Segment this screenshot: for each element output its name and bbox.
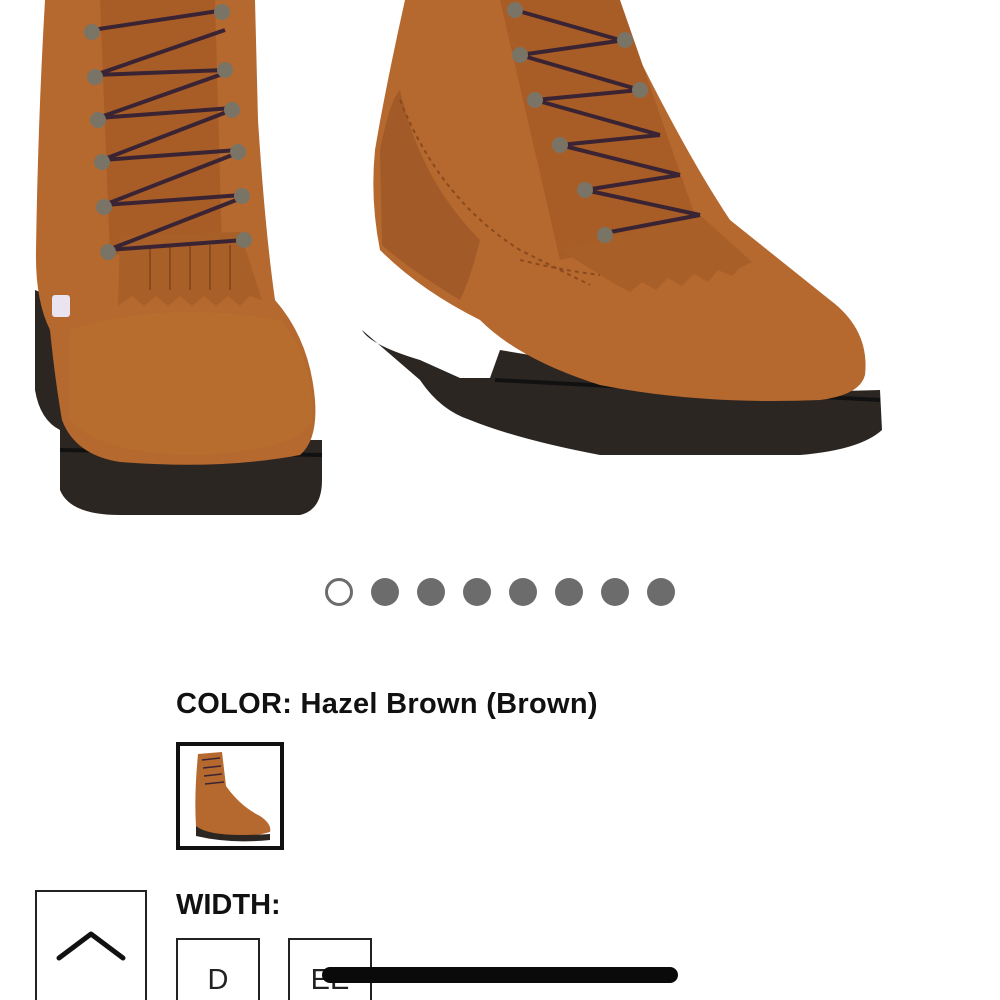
carousel-dot-7[interactable]: [601, 578, 629, 606]
carousel-pagination: [0, 577, 1000, 607]
carousel-dot-5[interactable]: [509, 578, 537, 606]
width-option-d[interactable]: D: [176, 938, 260, 1000]
left-boot: [35, 0, 323, 515]
product-page: COLOR: Hazel Brown (Brown) WIDTH: D EE: [0, 0, 1000, 1000]
carousel-dot-4[interactable]: [463, 578, 491, 606]
swatch-boot-thumbnail: [195, 752, 271, 842]
boots-illustration: [35, 0, 882, 515]
carousel-dot-1[interactable]: [325, 578, 353, 606]
chevron-up-icon: [56, 931, 126, 961]
color-heading: COLOR: Hazel Brown (Brown): [176, 688, 598, 721]
carousel-dot-8[interactable]: [647, 578, 675, 606]
right-boot: [362, 0, 882, 455]
color-value: Hazel Brown (Brown): [300, 688, 598, 720]
carousel-dot-6[interactable]: [555, 578, 583, 606]
back-to-top-button[interactable]: [35, 890, 147, 1000]
color-swatch-hazel-brown[interactable]: [176, 742, 284, 850]
color-label: COLOR:: [176, 688, 293, 720]
carousel-dot-3[interactable]: [417, 578, 445, 606]
home-indicator[interactable]: [322, 967, 678, 983]
product-image[interactable]: [0, 0, 1000, 560]
carousel-dot-2[interactable]: [371, 578, 399, 606]
width-label: WIDTH:: [176, 889, 281, 921]
